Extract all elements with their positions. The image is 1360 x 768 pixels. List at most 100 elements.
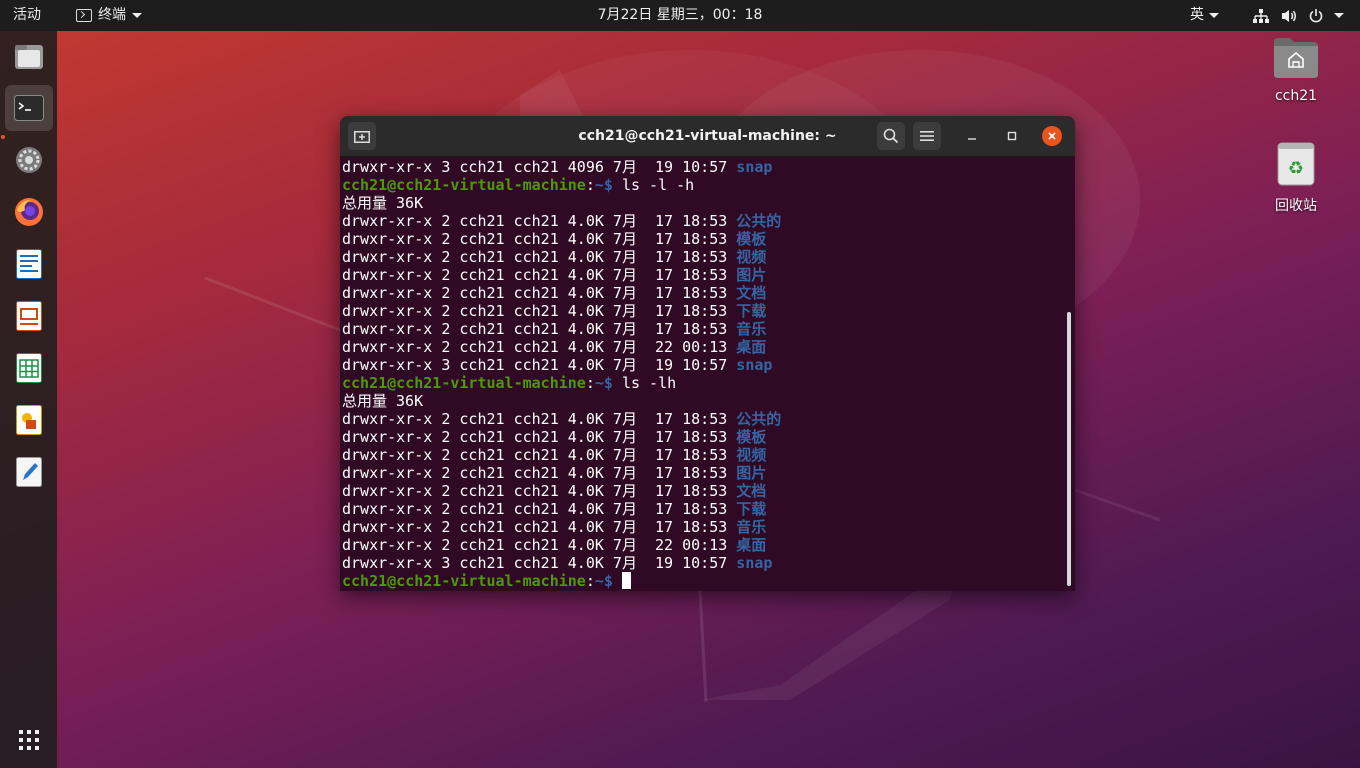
app-menu-button[interactable]: 终端 (76, 0, 142, 31)
listing-row: drwxr-xr-x 3 cch21 cch21 4.0K 7月 19 10:5… (342, 554, 1062, 572)
directory-name: 音乐 (736, 518, 767, 536)
maximize-button[interactable] (1002, 126, 1022, 146)
entry-meta: drwxr-xr-x 2 cch21 cch21 4.0K 7月 17 18:5… (342, 230, 737, 248)
app-grid-icon (19, 730, 39, 750)
command-text: ls -lh (612, 374, 677, 392)
text-editor-icon (16, 457, 42, 487)
terminal-headerbar[interactable]: cch21@cch21-virtual-machine: ~ (340, 116, 1075, 157)
minimize-icon (968, 138, 976, 140)
output-text: 总用量 36K (342, 392, 424, 410)
prompt-user: cch21@cch21-virtual-machine (342, 572, 586, 590)
dock-terminal[interactable] (5, 85, 53, 131)
search-button[interactable] (877, 122, 905, 150)
prompt-separator: : (585, 374, 595, 392)
desktop-home-folder[interactable]: cch21 (1256, 36, 1336, 104)
listing-row: drwxr-xr-x 2 cch21 cch21 4.0K 7月 17 18:5… (342, 230, 1062, 248)
prompt-path: ~$ (594, 176, 613, 194)
document-icon (16, 249, 42, 279)
activities-button[interactable]: 活动 (13, 0, 41, 31)
prompt-line: cch21@cch21-virtual-machine:~$ (342, 572, 1062, 590)
directory-name: 文档 (736, 284, 767, 302)
output-line: 总用量 36K (342, 392, 1062, 410)
entry-meta: drwxr-xr-x 2 cch21 cch21 4.0K 7月 17 18:5… (342, 428, 737, 446)
trash-label: 回收站 (1275, 198, 1317, 214)
trash-icon: ♻ (1277, 142, 1315, 186)
listing-row: drwxr-xr-x 2 cch21 cch21 4.0K 7月 17 18:5… (342, 428, 1062, 446)
chevron-down-icon (1334, 13, 1344, 18)
directory-name: 文档 (736, 482, 767, 500)
clock-area: 7月22日 星期三，00：18 (0, 0, 1360, 31)
entry-meta: drwxr-xr-x 2 cch21 cch21 4.0K 7月 17 18:5… (342, 482, 737, 500)
directory-name: 桌面 (736, 338, 767, 356)
dock-writer[interactable] (5, 241, 53, 287)
listing-row: drwxr-xr-x 2 cch21 cch21 4.0K 7月 17 18:5… (342, 410, 1062, 428)
listing-row: drwxr-xr-x 2 cch21 cch21 4.0K 7月 17 18:5… (342, 284, 1062, 302)
entry-meta: drwxr-xr-x 2 cch21 cch21 4.0K 7月 17 18:5… (342, 302, 737, 320)
minimize-button[interactable] (962, 126, 982, 146)
input-method-label: 英 (1190, 7, 1204, 23)
terminal-icon (14, 95, 44, 121)
prompt-user: cch21@cch21-virtual-machine (342, 374, 586, 392)
prompt-line: cch21@cch21-virtual-machine:~$ ls -lh (342, 374, 1062, 392)
volume-icon (1282, 9, 1296, 22)
prompt-separator: : (585, 572, 595, 590)
spreadsheet-icon (16, 353, 42, 383)
input-method-button[interactable]: 英 (1190, 0, 1219, 31)
output-text: 总用量 36K (342, 194, 424, 212)
show-applications-button[interactable] (5, 717, 53, 763)
listing-row: drwxr-xr-x 2 cch21 cch21 4.0K 7月 17 18:5… (342, 212, 1062, 230)
entry-meta: drwxr-xr-x 2 cch21 cch21 4.0K 7月 17 18:5… (342, 212, 737, 230)
prompt-line: cch21@cch21-virtual-machine:~$ ls -l -h (342, 176, 1062, 194)
terminal-output[interactable]: drwxr-xr-x 3 cch21 cch21 4096 7月 19 10:5… (342, 158, 1062, 591)
command-text: ls -l -h (612, 176, 695, 194)
desktop-trash[interactable]: ♻ 回收站 (1256, 141, 1336, 215)
files-icon (15, 45, 43, 69)
dock-settings[interactable] (5, 137, 53, 183)
directory-name: 视频 (736, 248, 767, 266)
dock-impress[interactable] (5, 293, 53, 339)
new-tab-button[interactable] (348, 122, 376, 150)
directory-name: 下载 (736, 500, 767, 518)
terminal-icon (76, 9, 92, 22)
entry-meta: drwxr-xr-x 2 cch21 cch21 4.0K 7月 17 18:5… (342, 500, 737, 518)
entry-meta: drwxr-xr-x 2 cch21 cch21 4.0K 7月 17 18:5… (342, 410, 737, 428)
listing-row: drwxr-xr-x 2 cch21 cch21 4.0K 7月 22 00:1… (342, 536, 1062, 554)
directory-name: snap (736, 554, 773, 572)
listing-row: drwxr-xr-x 2 cch21 cch21 4.0K 7月 17 18:5… (342, 266, 1062, 284)
directory-name: 桌面 (736, 536, 767, 554)
listing-row: drwxr-xr-x 2 cch21 cch21 4.0K 7月 17 18:5… (342, 320, 1062, 338)
directory-name: snap (736, 356, 773, 374)
entry-meta: drwxr-xr-x 2 cch21 cch21 4.0K 7月 22 00:1… (342, 338, 737, 356)
new-tab-icon (354, 131, 370, 143)
listing-row: drwxr-xr-x 2 cch21 cch21 4.0K 7月 22 00:1… (342, 338, 1062, 356)
prompt-path: ~$ (594, 572, 613, 590)
dock-firefox[interactable] (5, 189, 53, 235)
chevron-down-icon (1209, 13, 1219, 18)
entry-meta: drwxr-xr-x 2 cch21 cch21 4.0K 7月 17 18:5… (342, 284, 737, 302)
directory-name: 下载 (736, 302, 767, 320)
entry-meta: drwxr-xr-x 3 cch21 cch21 4096 7月 19 10:5… (342, 158, 737, 176)
directory-name: 公共的 (736, 410, 782, 428)
directory-name: 公共的 (736, 212, 782, 230)
dock-calc[interactable] (5, 345, 53, 391)
text-cursor (621, 572, 631, 589)
listing-row: drwxr-xr-x 2 cch21 cch21 4.0K 7月 17 18:5… (342, 518, 1062, 536)
close-button[interactable] (1042, 126, 1062, 146)
dock-draw[interactable] (5, 397, 53, 443)
firefox-icon (15, 198, 43, 226)
entry-meta: drwxr-xr-x 2 cch21 cch21 4.0K 7月 17 18:5… (342, 248, 737, 266)
listing-row: drwxr-xr-x 2 cch21 cch21 4.0K 7月 17 18:5… (342, 302, 1062, 320)
chevron-down-icon (132, 13, 142, 18)
system-menu-button[interactable] (1252, 0, 1344, 31)
listing-row: drwxr-xr-x 2 cch21 cch21 4.0K 7月 17 18:5… (342, 464, 1062, 482)
terminal-scrollbar[interactable] (1067, 312, 1071, 586)
terminal-window: cch21@cch21-virtual-machine: ~ drwxr-xr-… (340, 116, 1075, 591)
dock-text-editor[interactable] (5, 449, 53, 495)
dock-files[interactable] (5, 33, 53, 79)
clock-button[interactable]: 7月22日 星期三，00：18 (598, 7, 763, 23)
home-folder-label: cch21 (1274, 88, 1318, 104)
settings-gear-icon (16, 147, 42, 173)
directory-name: 音乐 (736, 320, 767, 338)
presentation-icon (16, 301, 42, 331)
menu-button[interactable] (913, 122, 941, 150)
